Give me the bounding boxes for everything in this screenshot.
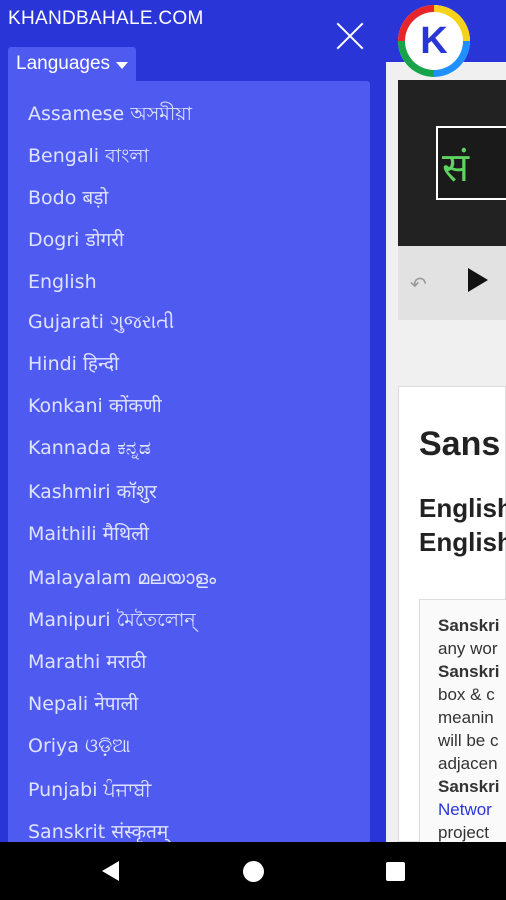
description-box: Sanskri any wor Sanskri box & c meanin w… — [419, 599, 506, 842]
language-item-kashmiri[interactable]: Kashmiri कॉशुर — [28, 477, 157, 507]
play-icon[interactable] — [468, 268, 488, 292]
language-item-dogri[interactable]: Dogri डोगरी — [28, 225, 124, 255]
language-item-english[interactable]: English — [28, 267, 97, 297]
language-item-hindi[interactable]: Hindi हिन्दी — [28, 349, 119, 379]
close-icon[interactable] — [332, 18, 368, 54]
page-subtitle: English English — [419, 493, 506, 557]
caret-down-icon — [116, 61, 129, 69]
language-item-assamese[interactable]: Assamese অসমীয়া — [28, 99, 192, 129]
language-item-kannada[interactable]: Kannada ಕನ್ನಡ — [28, 433, 151, 463]
language-item-maithili[interactable]: Maithili मैथिली — [28, 519, 149, 549]
video-controls: ↶ — [398, 246, 506, 320]
network-link[interactable]: Networ — [438, 798, 492, 821]
video-player[interactable]: सं ↶ — [398, 80, 506, 320]
back-icon[interactable] — [102, 861, 119, 881]
logo-letter: K — [405, 12, 463, 70]
language-item-gujarati[interactable]: Gujarati ગુજરાતી — [28, 307, 174, 337]
content-card: Sans English English Sanskri any wor San… — [398, 386, 506, 842]
video-frame: सं — [398, 80, 506, 246]
language-item-bengali[interactable]: Bengali বাংলা — [28, 141, 149, 171]
page-title: Sans — [419, 425, 501, 463]
recents-icon[interactable] — [386, 862, 405, 881]
home-icon[interactable] — [243, 861, 264, 882]
video-thumbnail-sign: सं — [436, 126, 506, 200]
language-item-punjabi[interactable]: Punjabi ਪੰਜਾਬੀ — [28, 775, 151, 805]
language-item-sanskrit[interactable]: Sanskrit संस्कृतम् — [28, 817, 168, 842]
drawer-brand[interactable]: KHANDBAHALE.COM — [8, 8, 204, 30]
language-item-konkani[interactable]: Konkani कोंकणी — [28, 391, 162, 421]
language-item-marathi[interactable]: Marathi मराठी — [28, 647, 146, 677]
language-item-manipuri[interactable]: Manipuri মৈতৈলোন্ — [28, 605, 196, 635]
language-item-oriya[interactable]: Oriya ଓଡ଼ିଆ — [28, 731, 131, 761]
languages-dropdown[interactable]: Languages — [8, 47, 137, 81]
navigation-drawer: KHANDBAHALE.COM Languages Assamese অসমীয… — [0, 0, 386, 842]
languages-panel: Assamese অসমীয়া Bengali বাংলা Bodo बड़ो… — [8, 81, 370, 842]
language-item-bodo[interactable]: Bodo बड़ो — [28, 183, 108, 213]
replay-icon[interactable]: ↶ — [410, 272, 427, 296]
app-logo[interactable]: K — [398, 5, 470, 77]
language-item-malayalam[interactable]: Malayalam മലയാളം — [28, 563, 216, 593]
language-item-nepali[interactable]: Nepali नेपाली — [28, 689, 138, 719]
system-nav-bar — [0, 842, 506, 900]
languages-label: Languages — [16, 53, 111, 74]
